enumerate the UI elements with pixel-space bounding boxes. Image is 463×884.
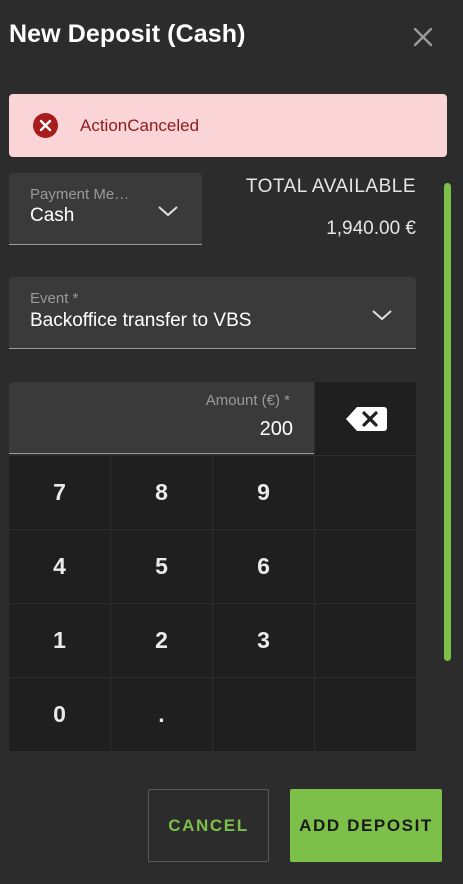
dialog-title: New Deposit (Cash) <box>9 20 246 48</box>
amount-label: Amount (€) * <box>205 392 290 409</box>
key-6[interactable]: 6 <box>213 530 314 603</box>
event-label: Event * <box>30 290 79 307</box>
key-blank <box>213 678 314 751</box>
key-7[interactable]: 7 <box>9 456 110 529</box>
alert-message: ActionCanceled <box>80 116 200 135</box>
key-8[interactable]: 8 <box>111 456 212 529</box>
key-blank <box>315 604 416 677</box>
scrollbar-thumb[interactable] <box>444 183 451 661</box>
key-0[interactable]: 0 <box>9 678 110 751</box>
key-blank <box>315 456 416 529</box>
backspace-button[interactable] <box>315 382 416 455</box>
payment-method-value: Cash <box>30 205 75 226</box>
key-5[interactable]: 5 <box>111 530 212 603</box>
add-deposit-button[interactable]: ADD DEPOSIT <box>290 789 442 862</box>
event-value: Backoffice transfer to VBS <box>30 310 252 331</box>
key-2[interactable]: 2 <box>111 604 212 677</box>
error-alert: ActionCanceled <box>9 94 447 157</box>
amount-input[interactable]: Amount (€) * 200 <box>9 382 314 454</box>
payment-method-label: Payment Me… <box>30 186 130 203</box>
event-select[interactable]: Event * Backoffice transfer to VBS <box>9 277 416 349</box>
key-4[interactable]: 4 <box>9 530 110 603</box>
close-icon <box>413 27 433 47</box>
payment-method-select[interactable]: Payment Me… Cash <box>9 173 202 245</box>
key-1[interactable]: 1 <box>9 604 110 677</box>
close-button[interactable] <box>408 22 438 52</box>
key-blank <box>315 530 416 603</box>
amount-value: 200 <box>259 418 293 440</box>
total-available-value: 1,940.00 € <box>326 218 416 239</box>
backspace-icon <box>346 407 387 431</box>
new-deposit-dialog: New Deposit (Cash) ActionCanceled Paymen… <box>0 0 463 884</box>
key-blank <box>315 678 416 751</box>
key-3[interactable]: 3 <box>213 604 314 677</box>
chevron-down-icon <box>158 206 178 217</box>
key-9[interactable]: 9 <box>213 456 314 529</box>
numeric-keypad: 7 8 9 4 5 6 1 2 3 0 . <box>9 456 416 751</box>
cancel-button[interactable]: CANCEL <box>148 789 269 862</box>
error-circle-icon <box>33 113 58 138</box>
total-available-label: TOTAL AVAILABLE <box>245 176 416 197</box>
key-decimal[interactable]: . <box>111 678 212 751</box>
chevron-down-icon <box>372 310 392 321</box>
